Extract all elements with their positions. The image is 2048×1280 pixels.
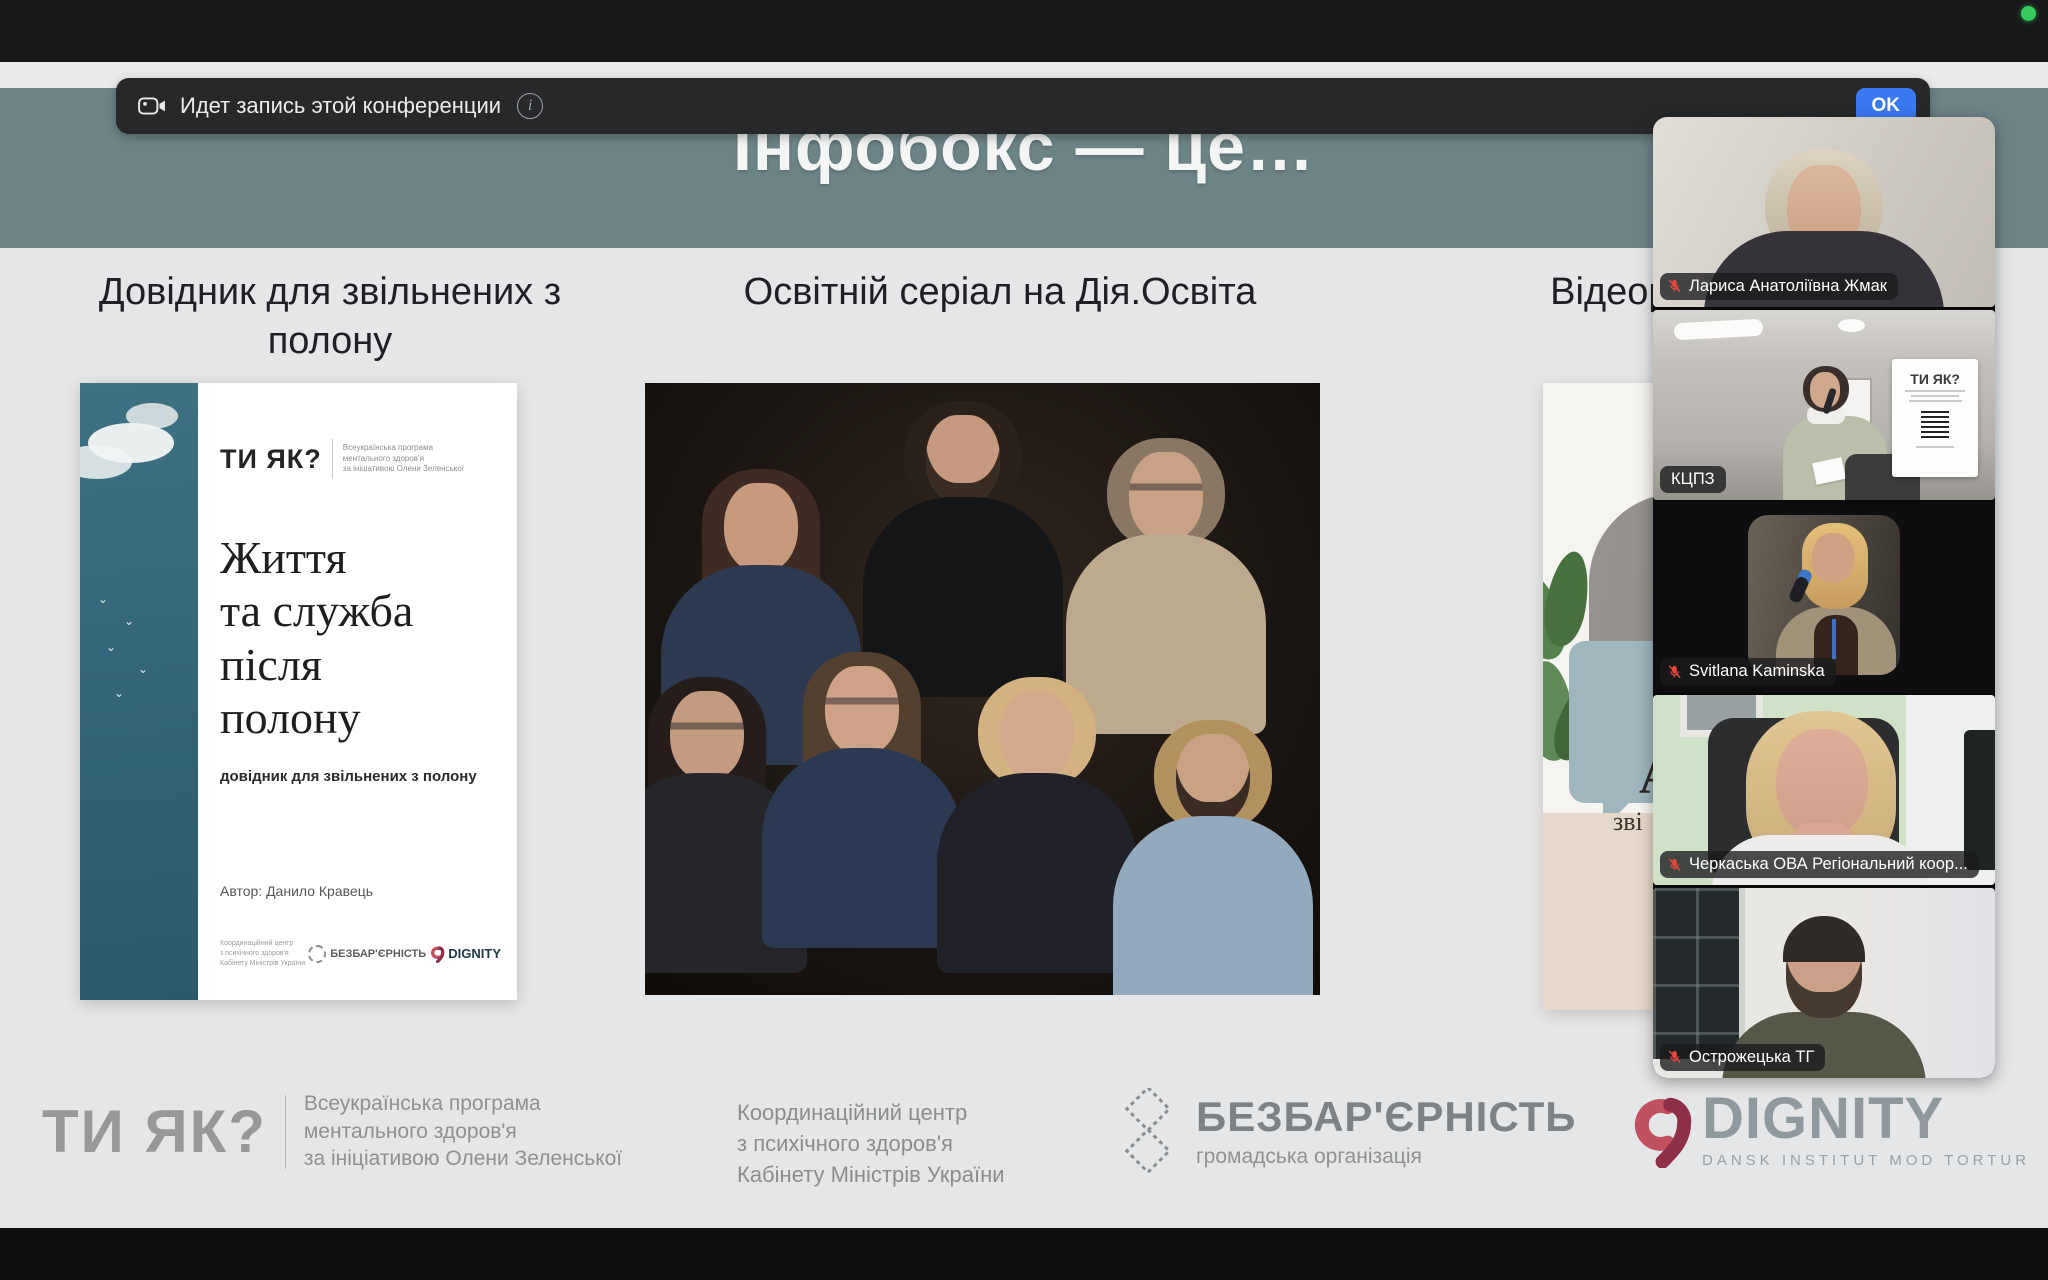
bird-mark: ⌄ [124,615,134,627]
muted-mic-icon [1667,857,1682,873]
dignity-heart-icon [1628,1092,1692,1168]
column-heading-handbook: Довідник для звільнених з полону [40,268,620,367]
thumbnail-text-fragment: зві [1613,807,1643,837]
handbook-cover-image: ⌄ ⌄ ⌄ ⌄ ⌄ ТИ ЯК? Всеукраїнська програма … [80,383,517,1000]
person-silhouette [962,677,1112,977]
footer-coordination-center-text: Координаційний центр з психічного здоров… [737,1098,1005,1190]
qr-code [1921,410,1949,438]
column-heading-series: Освітній серіал на Дія.Освіта [720,268,1280,317]
dignity-heart-icon [429,945,445,963]
book-subtitle: довідник для звільнених з полону [220,768,499,785]
bird-mark: ⌄ [114,687,124,699]
person-silhouette [1138,720,1288,995]
participant-name-tag: КЦПЗ [1660,466,1726,493]
bezbariernist-icon [1120,1088,1176,1174]
book-author: Автор: Данило Кравець [220,883,373,899]
avatar [1748,515,1900,675]
participant-tile-larysa[interactable]: Лариса Анатоліївна Жмак [1653,117,1995,307]
app-top-bar [0,0,2048,62]
book-title: Життя та служба після полону [220,531,499,744]
tyyak-logo: ТИ ЯК? [220,444,322,475]
bird-mark: ⌄ [138,663,148,675]
zoom-meeting-window: Інфобокс — це… Довідник для звільнених з… [0,0,2048,1280]
camera-indicator-dot [2021,6,2036,21]
recording-camera-icon [138,96,166,116]
tyyak-caption: Всеукраїнська програма ментального здоро… [304,1090,622,1173]
bird-mark: ⌄ [106,641,116,653]
participant-tile-cherkaska[interactable]: Черкаська ОВА Регіональний коор... [1653,695,1995,885]
room-banner-text: ТИ ЯК? [1892,371,1978,387]
dignity-wordmark: DIGNITY [1702,1090,2030,1148]
muted-mic-icon [1667,278,1682,294]
tyyak-logo-caption: Всеукраїнська програма ментального здоро… [343,443,464,475]
recording-toast-text: Идет запись этой конференции [180,93,501,119]
participants-video-panel: Лариса Анатоліївна Жмак ТИ ЯК? КЦПЗ [1653,117,1995,1078]
divider [332,439,333,479]
participant-tile-svitlana[interactable]: Svitlana Kaminska [1653,503,1995,693]
dignity-caption: DANSK INSTITUT MOD TORTUR [1702,1152,2030,1169]
book-cover-art: ⌄ ⌄ ⌄ ⌄ ⌄ [80,383,198,1000]
dignity-logo-small: DIGNITY [429,945,501,963]
footer-tyyak-logo: ТИ ЯК? Всеукраїнська програма ментальног… [42,1090,622,1173]
muted-mic-icon [1667,664,1682,680]
participant-name-tag: Острожецька ТГ [1660,1044,1825,1071]
participant-name-tag: Svitlana Kaminska [1660,658,1836,685]
muted-mic-icon [1667,1049,1682,1065]
series-group-photo [645,383,1320,995]
participant-tile-ostrozhetska[interactable]: Острожецька ТГ [1653,888,1995,1078]
bezbariernist-logo-small: БЕЗБАР'ЄРНІСТЬ [308,945,426,963]
tyyak-wordmark: ТИ ЯК? [42,1097,267,1166]
room-banner: ТИ ЯК? [1892,359,1978,477]
footer-bezbariernist-logo: БЕЗБАР'ЄРНІСТЬ громадська організація [1120,1088,1576,1174]
info-icon[interactable]: i [517,93,543,119]
app-bottom-bar [0,1228,2048,1280]
bezbariernist-wordmark: БЕЗБАР'ЄРНІСТЬ [1196,1093,1576,1141]
divider [285,1095,286,1169]
footer-dignity-logo: DIGNITY DANSK INSTITUT MOD TORTUR [1628,1090,2030,1169]
participant-name-tag: Черкаська ОВА Регіональний коор... [1660,851,1979,878]
cloud-illustration [126,403,178,429]
person-silhouette [1091,438,1241,738]
participant-tile-kcpz[interactable]: ТИ ЯК? КЦПЗ [1653,310,1995,500]
bezbariernist-icon [308,945,326,963]
person-silhouette [787,652,937,952]
participant-name-tag: Лариса Анатоліївна Жмак [1660,273,1898,300]
bird-mark: ⌄ [98,593,108,605]
book-footer-coordination-center: Координаційний центр з психічного здоров… [220,939,305,968]
bezbariernist-caption: громадська організація [1196,1145,1576,1169]
